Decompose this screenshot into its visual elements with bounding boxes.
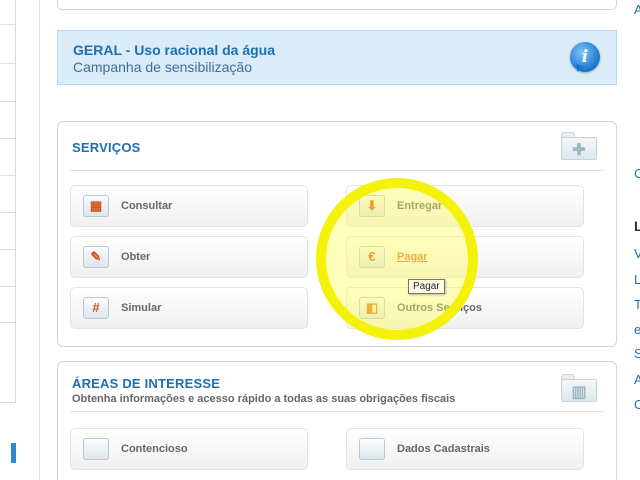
area-dados-cadastrais-button[interactable]: Dados Cadastrais — [346, 428, 584, 470]
service-pagar-button[interactable]: € Pagar — [346, 236, 584, 278]
panel-separator — [70, 411, 604, 412]
right-link[interactable]: e — [634, 322, 640, 337]
service-label: Obter — [121, 251, 151, 263]
down-arrow-icon: ⬇ — [359, 195, 385, 217]
sidebar-row-divider — [0, 249, 15, 250]
service-consultar-button[interactable]: ▦ Consultar — [70, 185, 308, 227]
info-banner[interactable]: GERAL - Uso racional da água Campanha de… — [57, 30, 617, 85]
service-outros-button[interactable]: ◧ Outros Serviços — [346, 287, 584, 329]
sidebar-row-divider — [0, 286, 15, 287]
banner-title[interactable]: GERAL - Uso racional da água — [73, 42, 275, 58]
banner-subtitle: Campanha de sensibilização — [73, 59, 252, 75]
sidebar-row-divider — [0, 101, 15, 102]
area-label: Dados Cadastrais — [397, 443, 490, 455]
tooltip: Pagar — [408, 279, 445, 294]
right-link[interactable]: C — [634, 166, 640, 181]
left-sidebar — [0, 0, 16, 480]
service-label: Outros Serviços — [397, 302, 482, 314]
add-folder-icon: ✚ — [561, 132, 597, 160]
service-label: Entregar — [397, 200, 443, 212]
services-title: SERVIÇOS — [72, 140, 141, 155]
hash-icon: # — [83, 297, 109, 319]
area-label: Contencioso — [121, 443, 188, 455]
right-link[interactable]: A — [634, 2, 640, 17]
grid-document-icon: ▦ — [83, 195, 109, 217]
sidebar-row-divider — [0, 24, 15, 25]
service-label: Consultar — [121, 200, 173, 212]
right-column: A C L V L T e S A C — [632, 0, 640, 480]
sidebar-active-marker[interactable] — [11, 443, 16, 463]
right-link[interactable]: A — [634, 372, 640, 387]
service-entregar-button[interactable]: ⬇ Entregar — [346, 185, 584, 227]
right-link[interactable]: V — [634, 246, 640, 261]
right-link[interactable]: C — [634, 397, 640, 412]
panel-separator — [70, 170, 604, 171]
euro-icon: € — [359, 246, 385, 268]
top-panel — [57, 0, 617, 10]
right-link[interactable]: S — [634, 346, 640, 361]
sidebar-row-divider — [0, 322, 15, 323]
service-label: Simular — [121, 302, 162, 314]
areas-subtitle: Obtenha informações e acesso rápido a to… — [72, 393, 456, 405]
sidebar-row-divider — [0, 63, 15, 64]
info-icon: i — [570, 42, 600, 72]
right-link[interactable]: T — [634, 297, 640, 312]
area-contencioso-button[interactable]: Contencioso — [70, 428, 308, 470]
sidebar-bottom-box — [0, 402, 16, 480]
right-heading: L — [634, 218, 640, 234]
areas-panel: ÁREAS DE INTERESSE Obtenha informações e… — [57, 361, 617, 480]
sidebar-row-divider — [0, 212, 15, 213]
folder-icon — [83, 438, 109, 460]
service-simular-button[interactable]: # Simular — [70, 287, 308, 329]
services-panel: SERVIÇOS ✚ ▦ Consultar ⬇ Entregar ✎ Obte… — [57, 121, 617, 347]
right-link[interactable]: L — [634, 272, 640, 287]
boxes-icon: ◧ — [359, 297, 385, 319]
sidebar-row-divider — [0, 175, 15, 176]
paperclip-icon: ✎ — [83, 246, 109, 268]
service-obter-button[interactable]: ✎ Obter — [70, 236, 308, 278]
folder-icon — [359, 438, 385, 460]
areas-title: ÁREAS DE INTERESSE — [72, 376, 221, 391]
column-divider — [39, 0, 40, 480]
service-label[interactable]: Pagar — [397, 251, 428, 263]
sidebar-row-divider — [0, 138, 15, 139]
grid-folder-icon: ▥ — [561, 374, 597, 402]
